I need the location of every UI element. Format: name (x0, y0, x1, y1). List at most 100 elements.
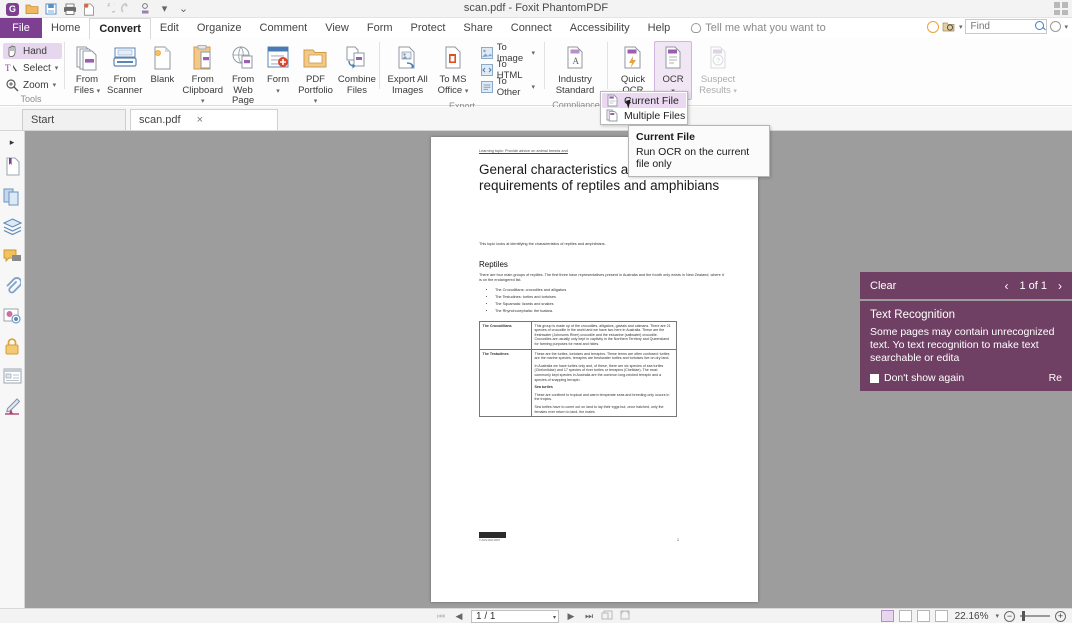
settings-dropdown-icon[interactable]: ▾ (1064, 23, 1068, 31)
search-scope-icon[interactable] (942, 20, 956, 34)
window-controls-icon[interactable] (1054, 2, 1068, 15)
menu-item-multiple-files[interactable]: Multiple Files (602, 108, 686, 123)
attachments-panel-icon[interactable] (1, 271, 23, 301)
page-dropdown-icon[interactable]: ▾ (553, 614, 556, 621)
recognize-text-link[interactable]: Re (1049, 372, 1062, 384)
btn-from-clipboard[interactable]: From Clipboard ▾ (180, 41, 225, 111)
form-fields-icon[interactable] (1, 361, 23, 391)
doc-footer: © AUS 2017-2007 1 (479, 532, 679, 542)
zoom-slider[interactable] (1020, 611, 1050, 621)
doc-paragraph: There are four main groups of reptiles. … (479, 273, 724, 283)
clear-button[interactable]: Clear (870, 280, 896, 292)
tell-me-box[interactable]: Tell me what you want to (679, 18, 826, 38)
tool-zoom-label: Zoom (23, 79, 49, 91)
ribbon-group-compliance: A Industry Standard Compliance (547, 38, 605, 110)
tab-file[interactable]: File (0, 18, 42, 38)
notification-title: Text Recognition (870, 309, 956, 321)
search-icon[interactable] (1035, 21, 1045, 30)
suspect-results-icon: ? (703, 44, 733, 74)
btn-pdf-portfolio[interactable]: PDF Portfolio ▾ (296, 41, 335, 111)
btn-to-other[interactable]: To Other ▾ (476, 76, 539, 98)
table-cell-value: These are the turtles, tortoises and ter… (531, 348, 677, 418)
pdf-portfolio-icon (300, 44, 330, 74)
tab-comment[interactable]: Comment (251, 18, 317, 38)
continuous-view-icon[interactable] (898, 610, 912, 622)
stamps-panel-icon[interactable] (1, 301, 23, 331)
to-image-dropdown-icon[interactable]: ▾ (531, 49, 535, 57)
tool-select[interactable]: T Select ▾ (3, 60, 62, 76)
lightbulb-icon (691, 23, 702, 33)
bookmarks-panel-icon[interactable] (1, 151, 23, 181)
multiple-files-icon (606, 109, 619, 122)
next-notification-icon[interactable]: › (1058, 279, 1062, 293)
zoom-out-button[interactable]: − (1004, 610, 1015, 622)
page-navigation: ⏮ ◀ ▾ ▶ ⏭ (435, 609, 631, 623)
close-icon[interactable]: × (197, 114, 203, 126)
last-page-button[interactable]: ⏭ (583, 611, 595, 622)
ribbon-divider (64, 42, 65, 89)
tab-convert[interactable]: Convert (89, 18, 151, 39)
next-page-button[interactable]: ▶ (565, 611, 577, 622)
tool-select-dropdown-icon[interactable]: ▾ (55, 64, 59, 72)
to-other-icon (480, 80, 494, 94)
tab-organize[interactable]: Organize (188, 18, 251, 38)
document-viewport[interactable]: Learning topic: Provide advice on animal… (25, 131, 1072, 608)
security-lock-icon[interactable] (1, 331, 23, 361)
prev-page-button[interactable]: ◀ (453, 611, 465, 622)
btn-to-ms-office-label: To MS Office ▾ (437, 74, 469, 96)
notification-body: Text Recognition Some pages may contain … (860, 301, 1072, 391)
zoom-slider-handle[interactable] (1022, 611, 1025, 621)
facing-view-icon[interactable] (916, 610, 930, 622)
search-scope-dropdown-icon[interactable]: ▾ (959, 23, 963, 31)
btn-from-web-page[interactable]: From Web Page (226, 41, 260, 110)
rotate-view-icon[interactable] (619, 610, 631, 623)
page-number-input[interactable] (471, 609, 559, 623)
tab-accessibility[interactable]: Accessibility (561, 18, 639, 38)
doc-tab-scan-pdf[interactable]: scan.pdf × (130, 109, 278, 130)
btn-from-files[interactable]: From Files ▾ (70, 41, 104, 100)
first-page-button[interactable]: ⏮ (435, 611, 447, 622)
tool-zoom-dropdown-icon[interactable]: ▾ (53, 81, 57, 89)
dont-show-again-checkbox[interactable]: Don't show again (870, 372, 964, 384)
single-page-view-icon[interactable] (880, 610, 894, 622)
tab-view[interactable]: View (316, 18, 358, 38)
tab-edit[interactable]: Edit (151, 18, 188, 38)
expand-panel-icon[interactable]: ▸ (10, 133, 15, 151)
page-thumbnails-icon[interactable] (1, 181, 23, 211)
settings-gear-icon[interactable] (1050, 21, 1062, 32)
tool-hand[interactable]: Hand (3, 43, 63, 59)
favorites-icon[interactable] (926, 20, 939, 33)
table-cell-paragraph: These are confined to tropical and warm … (534, 392, 670, 402)
signature-icon[interactable] (1, 391, 23, 421)
tab-help[interactable]: Help (639, 18, 680, 38)
btn-combine-files[interactable]: Combine Files (336, 41, 378, 99)
layers-panel-icon[interactable] (1, 211, 23, 241)
doc-tab-start[interactable]: Start (22, 109, 126, 130)
menu-item-current-file[interactable]: Current File (602, 93, 686, 108)
continuous-facing-view-icon[interactable] (934, 610, 948, 622)
tab-form[interactable]: Form (358, 18, 402, 38)
tab-share[interactable]: Share (454, 18, 501, 38)
tab-connect[interactable]: Connect (502, 18, 561, 38)
btn-blank[interactable]: Blank (145, 41, 179, 89)
ocr-dropdown-menu: Current File Multiple Files (600, 91, 688, 125)
btn-export-all-images[interactable]: Export All Images (385, 41, 430, 99)
tool-zoom[interactable]: Zoom ▾ (3, 77, 62, 93)
btn-to-ms-office[interactable]: To MS Office ▾ (431, 41, 474, 100)
zoom-in-button[interactable]: + (1055, 610, 1066, 622)
comments-panel-icon[interactable] (1, 241, 23, 271)
doc-footer-note: © AUS 2017-2007 (479, 539, 500, 542)
btn-suspect-results[interactable]: ? Suspect Results ▾ (693, 41, 743, 100)
to-other-dropdown-icon[interactable]: ▾ (531, 83, 535, 91)
btn-form[interactable]: Form ▾ (261, 41, 295, 100)
prev-notification-icon[interactable]: ‹ (1004, 279, 1008, 293)
btn-from-scanner[interactable]: From Scanner (105, 41, 144, 99)
fit-page-icon[interactable] (601, 610, 613, 623)
publisher-logo (479, 532, 506, 538)
tab-home[interactable]: Home (42, 18, 89, 38)
current-file-icon (606, 94, 619, 107)
tab-protect[interactable]: Protect (402, 18, 455, 38)
btn-industry-standard[interactable]: A Industry Standard (550, 41, 600, 99)
zoom-dropdown-icon[interactable]: ▾ (995, 612, 999, 620)
checkbox-icon[interactable] (870, 373, 879, 383)
